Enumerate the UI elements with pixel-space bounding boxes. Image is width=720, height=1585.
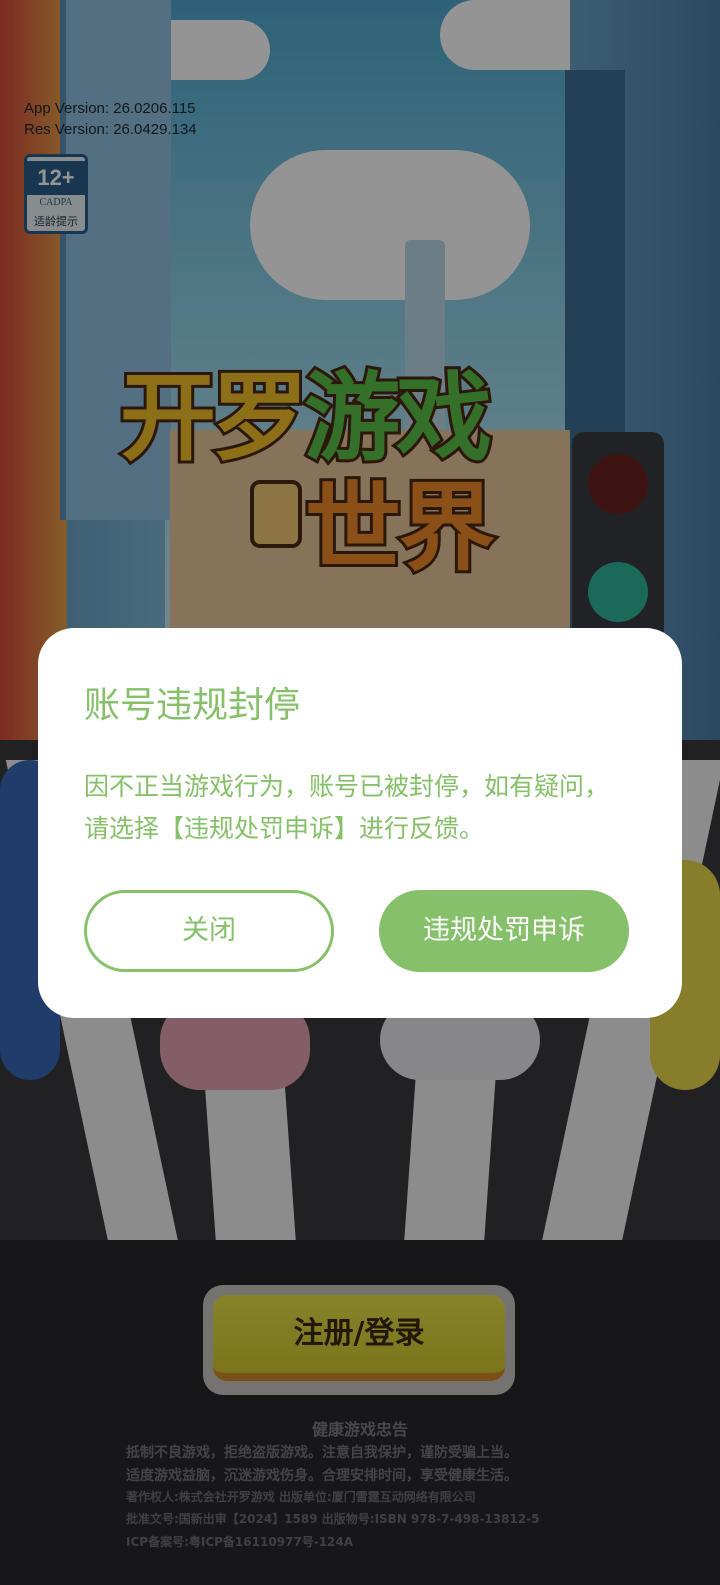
ban-dialog: 账号违规封停 因不正当游戏行为，账号已被封停，如有疑问，请选择【违规处罚申诉】进…: [38, 628, 682, 1018]
dialog-message: 因不正当游戏行为，账号已被封停，如有疑问，请选择【违规处罚申诉】进行反馈。: [84, 772, 610, 843]
dialog-title: 账号违规封停: [84, 685, 301, 726]
appeal-button[interactable]: 违规处罚申诉: [379, 890, 629, 972]
close-button[interactable]: 关闭: [84, 890, 334, 972]
